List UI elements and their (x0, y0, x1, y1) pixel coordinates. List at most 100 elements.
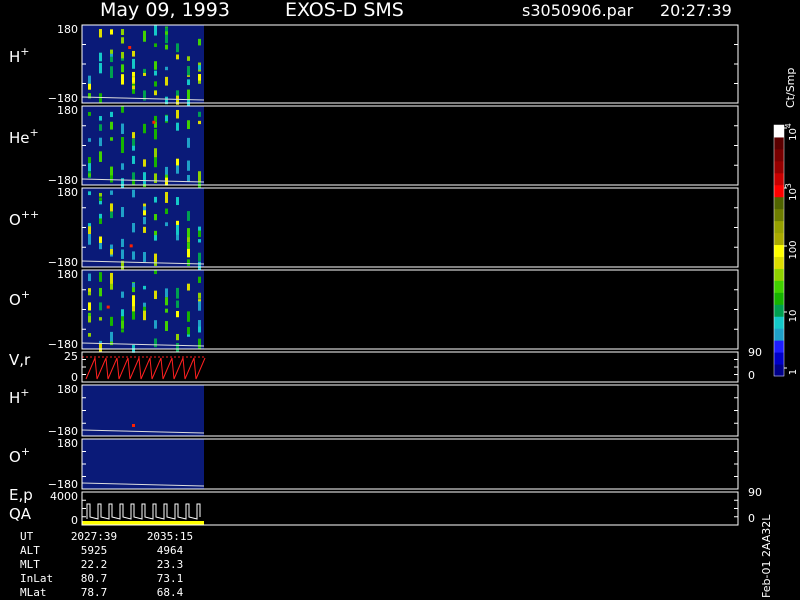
count-cell (198, 171, 201, 182)
panel-5: 250900V,r (9, 346, 762, 384)
count-cell (187, 211, 190, 221)
count-cell (99, 62, 102, 74)
species-label: He+ (9, 126, 39, 147)
info-value-end: 23.3 (156, 558, 184, 571)
count-cell (143, 174, 146, 185)
info-value-end: 2035:15 (146, 530, 194, 543)
count-cell (143, 123, 146, 134)
y-bottom-label: 0 (71, 514, 78, 527)
count-cell (198, 111, 201, 117)
colorbar-segment (774, 220, 784, 234)
count-cell (143, 302, 146, 307)
count-cell (143, 226, 146, 233)
count-cell (154, 43, 157, 47)
count-cell (154, 338, 157, 348)
species-label-2: QA (9, 505, 32, 523)
data-region (82, 439, 204, 489)
count-cell (129, 244, 133, 248)
count-cell (176, 224, 179, 235)
count-cell (154, 157, 157, 168)
count-cell (198, 239, 201, 243)
count-cell (154, 25, 157, 36)
count-cell (198, 80, 201, 84)
count-cell (187, 283, 190, 291)
colorbar-segment (774, 232, 784, 246)
energy-trace (86, 503, 201, 520)
count-cell (198, 338, 201, 349)
info-row: ALT 5925 4964 (0, 544, 260, 558)
count-cell (110, 203, 113, 212)
y-top-label: 180 (57, 268, 78, 281)
plot-instrument: EXOS-D SMS (285, 0, 404, 21)
right-bottom-label: 0 (748, 369, 755, 382)
count-cell (154, 129, 157, 140)
info-key: MLT (20, 558, 40, 571)
count-cell (121, 163, 124, 170)
info-value-start: 80.7 (80, 572, 108, 585)
count-cell (110, 56, 113, 63)
count-cell (132, 132, 135, 139)
species-base: H (9, 389, 20, 407)
count-cell (198, 301, 201, 311)
count-cell (110, 331, 113, 343)
count-cell (154, 91, 157, 96)
panel-2: 180−180He+ (9, 104, 739, 188)
count-cell (187, 311, 190, 322)
count-cell (121, 249, 124, 259)
count-cell (198, 292, 201, 299)
info-value-end: 73.1 (156, 572, 184, 585)
y-top-label: 180 (57, 23, 78, 36)
count-cell (154, 70, 157, 76)
species-base: E,p (9, 486, 33, 504)
count-cell (88, 75, 91, 84)
count-cell (165, 288, 168, 298)
right-bottom-label: 0 (748, 512, 755, 525)
count-cell (99, 200, 102, 205)
species-base: H (9, 48, 20, 66)
panel-7: 180−180O+ (9, 437, 739, 491)
y-top-label: 180 (57, 186, 78, 199)
species-label: O+ (9, 288, 30, 309)
count-cell (121, 64, 124, 73)
count-cell (165, 321, 168, 331)
count-cell (132, 424, 135, 427)
colorbar-segment (774, 172, 784, 186)
count-cell (88, 191, 91, 196)
count-cell (143, 159, 146, 167)
colorbar-tick-label: 100 (788, 240, 799, 259)
count-cell (176, 43, 179, 53)
colorbar-tick-mantissa: 100 (788, 240, 799, 259)
count-cell (154, 290, 157, 300)
count-cell (165, 27, 168, 32)
y-top-label: 180 (57, 383, 78, 396)
colorbar-segment (774, 256, 784, 269)
colorbar-segment (774, 280, 784, 293)
count-cell (132, 58, 135, 69)
species-label: H+ (9, 45, 30, 66)
count-cell (99, 272, 102, 282)
count-cell (198, 230, 201, 238)
count-cell (88, 302, 91, 311)
count-cell (165, 208, 168, 214)
colorbar-segment (774, 208, 784, 222)
count-cell (110, 190, 113, 195)
count-cell (176, 54, 179, 60)
count-cell (176, 300, 179, 308)
panel-4: 180−180O+ (9, 268, 739, 353)
count-cell (152, 120, 156, 124)
count-cell (198, 120, 201, 125)
plot-time: 20:27:39 (660, 1, 732, 20)
right-top-label: 90 (748, 486, 762, 499)
count-cell (132, 295, 135, 307)
colorbar-segment (774, 244, 784, 257)
colorbar-segment (774, 328, 784, 341)
species-charge: + (20, 386, 29, 399)
count-cell (128, 46, 132, 50)
colorbar-segment (774, 125, 784, 138)
count-cell (110, 272, 113, 284)
count-cell (88, 333, 91, 337)
count-cell (154, 61, 157, 70)
count-cell (99, 192, 102, 197)
species-charge: + (20, 45, 29, 58)
count-cell (198, 326, 201, 333)
